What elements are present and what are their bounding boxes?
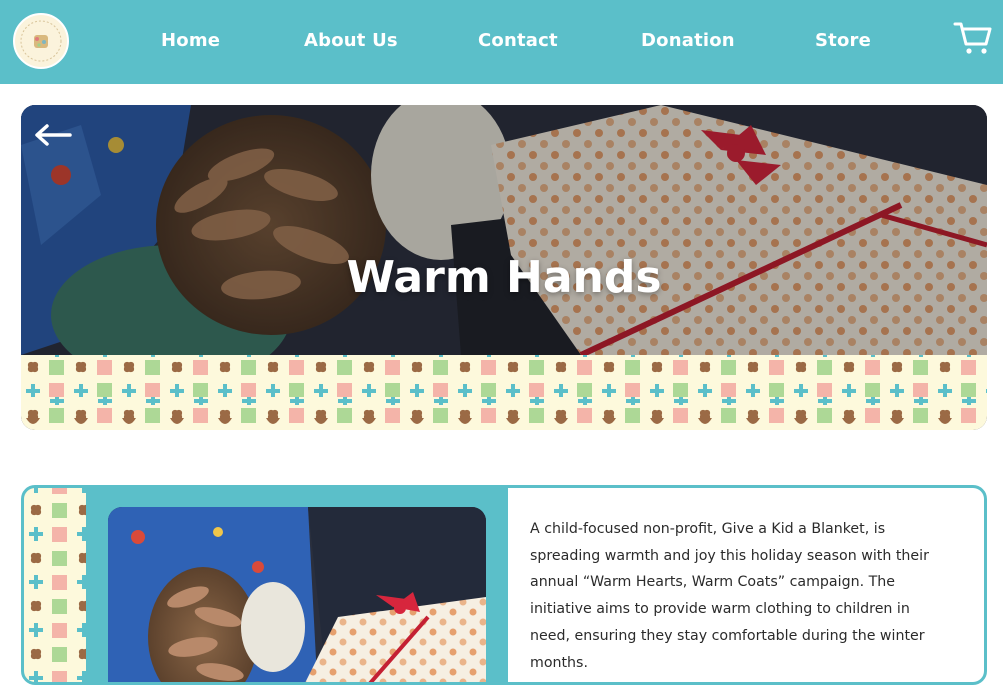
decorative-pattern-band bbox=[21, 355, 987, 430]
decorative-side-pattern bbox=[24, 488, 86, 682]
article-text-panel: A child-focused non-profit, Give a Kid a… bbox=[508, 488, 984, 682]
hero-banner: Warm Hands bbox=[21, 105, 987, 430]
nav-donation[interactable]: Donation bbox=[641, 30, 735, 51]
nav-store[interactable]: Store bbox=[815, 30, 871, 51]
article-image bbox=[108, 507, 486, 682]
site-header: Home About Us Contact Donation Store bbox=[0, 0, 1003, 84]
article-body: A child-focused non-profit, Give a Kid a… bbox=[530, 521, 929, 671]
nav-contact[interactable]: Contact bbox=[478, 30, 558, 51]
page-title: Warm Hands bbox=[346, 252, 662, 304]
nav-about-us[interactable]: About Us bbox=[304, 30, 398, 51]
nav-home[interactable]: Home bbox=[161, 30, 220, 51]
logo[interactable] bbox=[13, 13, 69, 69]
back-arrow-icon[interactable] bbox=[33, 123, 73, 147]
hero-image bbox=[21, 105, 987, 355]
logo-badge-icon bbox=[16, 16, 66, 66]
shopping-cart-icon[interactable] bbox=[953, 20, 993, 56]
article-card: A child-focused non-profit, Give a Kid a… bbox=[21, 485, 987, 685]
